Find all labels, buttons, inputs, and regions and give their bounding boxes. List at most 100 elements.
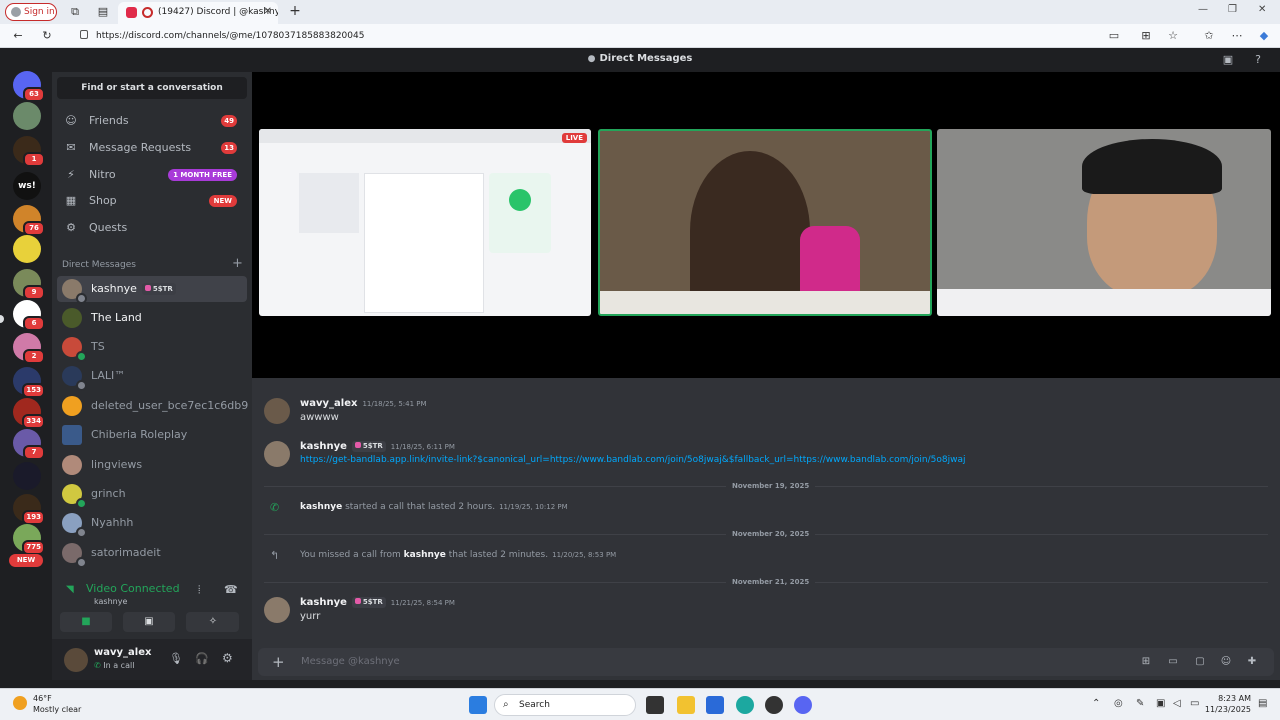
server-icon[interactable]: 334 [13, 398, 45, 429]
help-icon[interactable]: ? [1251, 53, 1265, 67]
nav-nitro[interactable]: ⚡ Nitro 1 MONTH FREE [57, 163, 247, 187]
pen-icon[interactable]: ✎ [1136, 698, 1144, 709]
video-tile[interactable] [937, 129, 1271, 316]
inbox-icon[interactable]: ▣ [1221, 53, 1235, 67]
soundboard-button[interactable]: ✧ [187, 612, 239, 632]
notifications-icon[interactable]: ▤ [1258, 698, 1267, 709]
server-icon[interactable]: 6 [13, 300, 45, 331]
server-icon[interactable] [13, 235, 41, 263]
dm-item[interactable]: TS [57, 334, 247, 362]
new-tab-icon[interactable]: + [288, 4, 302, 18]
tray-icon[interactable]: ◎ [1114, 698, 1123, 709]
obs-icon[interactable] [765, 696, 783, 714]
start-icon[interactable] [469, 696, 487, 714]
attach-plus-icon[interactable]: + [272, 653, 285, 671]
disconnect-icon[interactable]: ☎ [224, 583, 238, 596]
author-name[interactable]: kashnye [300, 597, 347, 608]
author-name[interactable]: wavy_alex [300, 398, 357, 409]
server-icon[interactable]: 775 [13, 524, 45, 555]
dm-item[interactable]: grinch [57, 481, 247, 509]
discord-icon[interactable] [794, 696, 812, 714]
avatar[interactable] [264, 441, 290, 467]
avatar[interactable] [264, 398, 290, 424]
message-input-box[interactable]: + Message @kashnye ⊞ ▭ ▢ ☺ ✚ [258, 648, 1274, 676]
close-tab-icon[interactable]: ✕ [264, 2, 272, 22]
restore-icon[interactable]: ❐ [1228, 4, 1237, 15]
dm-item[interactable]: satorimadeit [57, 540, 247, 568]
author-name[interactable]: kashnye [404, 550, 446, 560]
server-icon[interactable]: ws! [13, 172, 41, 200]
dm-item[interactable]: Chiberia Roleplay [57, 422, 247, 448]
url-field[interactable]: https://discord.com/channels/@me/1078037… [80, 28, 364, 44]
app-available-icon[interactable]: ⊞ [1139, 29, 1153, 43]
screen-share-tile[interactable]: LIVE [259, 129, 591, 316]
find-conversation-button[interactable]: Find or start a conversation [57, 77, 247, 99]
gift-icon[interactable]: ⊞ [1140, 656, 1152, 668]
weather-icon[interactable] [13, 696, 27, 710]
microphone-icon[interactable]: 🎙 [169, 652, 183, 665]
server-icon[interactable]: 76 [13, 205, 45, 236]
more-icon[interactable]: ⋯ [1230, 29, 1244, 43]
message-link[interactable]: https://get-bandlab.app.link/invite-link… [300, 455, 965, 465]
server-icon[interactable] [13, 102, 41, 130]
author-name[interactable]: kashnye [300, 441, 347, 452]
close-window-icon[interactable]: ✕ [1258, 4, 1266, 15]
server-icon[interactable]: 7 [13, 429, 45, 460]
settings-gear-icon[interactable]: ⚙ [222, 651, 233, 665]
dm-item[interactable]: Nyahhh [57, 510, 247, 538]
new-servers-pill[interactable]: NEW [9, 554, 43, 567]
store-icon[interactable] [706, 696, 724, 714]
nav-quests[interactable]: ⚙ Quests [57, 216, 247, 240]
battery-icon[interactable]: ▭ [1190, 698, 1199, 709]
nav-shop[interactable]: ▦ Shop NEW [57, 189, 247, 213]
file-explorer-icon[interactable] [677, 696, 695, 714]
tab-discord[interactable]: (19427) Discord | @kashnye ✕ [118, 2, 278, 24]
camera-button[interactable]: ■ [60, 612, 112, 632]
minimize-icon[interactable]: — [1198, 4, 1208, 15]
server-icon[interactable]: 1 [13, 136, 45, 167]
nav-message-requests[interactable]: ✉ Message Requests 13 [57, 136, 247, 160]
video-tile-speaking[interactable] [598, 129, 932, 316]
dm-item[interactable]: lingviews [57, 452, 247, 478]
volume-icon[interactable]: ◁ [1173, 698, 1181, 709]
tray-overflow-icon[interactable]: ⌃ [1092, 698, 1100, 709]
avatar[interactable] [64, 648, 88, 672]
emoji-icon[interactable]: ☺ [1220, 656, 1232, 668]
dm-item[interactable]: kashnye 5$TR [57, 276, 247, 304]
sticker-icon[interactable]: ▢ [1194, 656, 1206, 668]
refresh-icon[interactable]: ↻ [40, 29, 54, 43]
back-icon[interactable]: ← [11, 29, 25, 43]
network-icon[interactable]: ▣ [1156, 698, 1165, 709]
voice-status[interactable]: Video Connected [86, 582, 180, 595]
server-icon[interactable]: 153 [13, 367, 45, 398]
dm-item[interactable]: LALI™ [57, 363, 247, 391]
headphones-icon[interactable]: 🎧 [195, 652, 209, 665]
taskbar-search[interactable]: ⌕ Search [494, 694, 636, 716]
avatar[interactable] [264, 597, 290, 623]
author-name[interactable]: kashnye [300, 502, 342, 512]
message-input[interactable]: Message @kashnye [301, 656, 400, 667]
weather-widget[interactable]: 46°F Mostly clear [33, 693, 81, 715]
sign-in-button[interactable]: Sign in [5, 3, 57, 21]
copilot-icon[interactable]: ◆ [1257, 29, 1271, 43]
dm-item[interactable]: deleted_user_bce7ec1c6db9 [57, 393, 248, 419]
server-icon[interactable] [13, 462, 41, 490]
camera-icon[interactable]: ▭ [1107, 29, 1121, 43]
tab-actions-icon[interactable]: ▤ [96, 5, 110, 19]
dm-item[interactable]: The Land [57, 305, 247, 331]
task-view-icon[interactable] [646, 696, 664, 714]
favorites-icon[interactable]: ✩ [1202, 29, 1216, 43]
nav-friends[interactable]: ☺ Friends 49 [57, 109, 247, 133]
apps-icon[interactable]: ✚ [1246, 656, 1258, 668]
favorite-star-icon[interactable]: ☆ [1166, 29, 1180, 43]
server-icon[interactable]: 9 [13, 269, 45, 300]
gif-icon[interactable]: ▭ [1167, 656, 1179, 668]
edge-icon[interactable] [736, 696, 754, 714]
clock[interactable]: 8:23 AM 11/23/2025 [1205, 693, 1251, 715]
home-button[interactable]: 63 [13, 71, 45, 102]
screen-share-button[interactable]: ▣ [123, 612, 175, 632]
workspaces-icon[interactable]: ⧉ [68, 5, 82, 19]
server-icon[interactable]: 2 [13, 333, 45, 364]
noise-suppression-icon[interactable]: ⦙ [198, 583, 200, 597]
create-dm-icon[interactable]: + [232, 256, 243, 271]
